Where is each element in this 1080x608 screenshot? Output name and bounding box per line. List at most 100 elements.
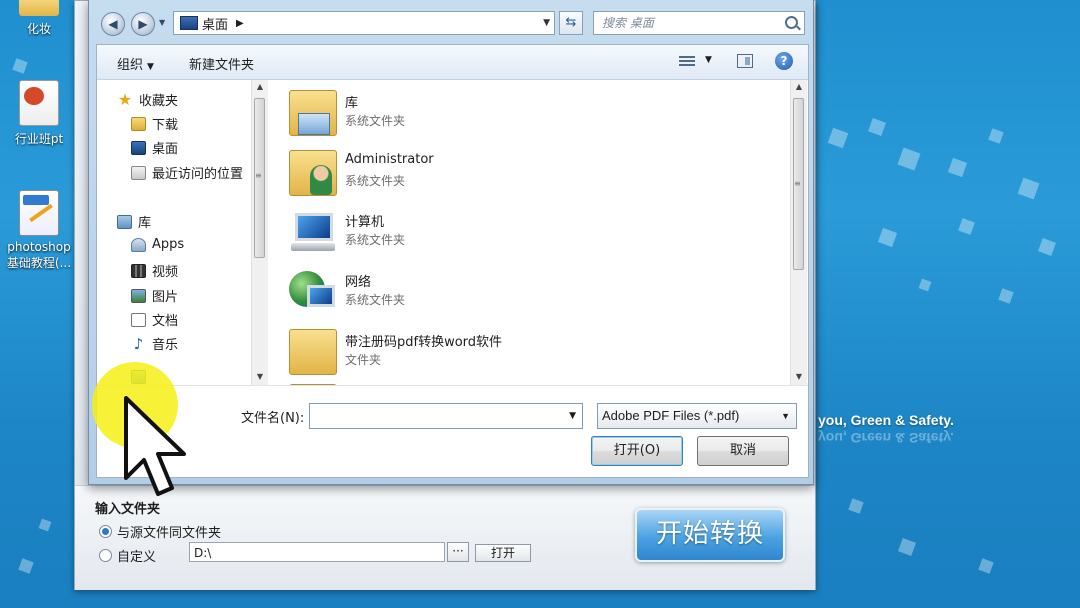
radio-same-folder-label: 与源文件同文件夹 (117, 526, 222, 541)
video-icon (131, 263, 146, 278)
file-type: 系统文件夹 (345, 293, 406, 307)
chevron-down-icon: ▼ (781, 411, 790, 421)
radio-same-folder[interactable]: 与源文件同文件夹 (99, 522, 221, 541)
recent-pages-chevron-icon[interactable]: ▼ (159, 18, 165, 27)
nav-favorites-label: 收藏夹 (139, 94, 179, 109)
nav-item-documents[interactable]: 文档 (131, 310, 178, 329)
breadcrumb-arrow-icon[interactable]: ▶ (236, 18, 244, 29)
file-name: 带注册码pdf转换word软件 (345, 335, 503, 350)
list-item[interactable]: 网络 系统文件夹 (289, 265, 769, 321)
radio-custom-label: 自定义 (117, 550, 157, 565)
scroll-grip-icon: ≡ (794, 179, 801, 188)
radio-custom-folder[interactable]: 自定义 (99, 546, 156, 565)
preview-pane-icon[interactable] (737, 54, 753, 68)
wallpaper-slogan: you, Green & Safety. (818, 412, 954, 428)
nav-item-apps[interactable]: Apps (131, 237, 184, 252)
documents-icon (131, 312, 146, 327)
ppt-file-icon (19, 80, 59, 126)
navigation-pane: ★ 收藏夹 下载 桌面 最近访问的位置 库 Apps 视频 图片 文档 ♪ 音乐 (97, 80, 268, 385)
back-button[interactable]: ◀ (101, 12, 125, 36)
scroll-down-icon[interactable]: ▼ (252, 370, 268, 384)
desktop-icon-makeup-folder[interactable]: 化妆 (4, 0, 74, 37)
organize-menu[interactable]: 组织 ▼ (117, 54, 154, 73)
nav-item-videos[interactable]: 视频 (131, 261, 178, 280)
nav-item-label: 视频 (152, 265, 179, 280)
star-icon: ★ (117, 89, 133, 109)
chevron-down-icon: ▼ (147, 62, 154, 72)
nav-item-recent-places[interactable]: 最近访问的位置 (131, 163, 243, 182)
desktop-icon-label: 行业班pt (14, 132, 64, 146)
nav-item-pictures[interactable]: 图片 (131, 286, 178, 305)
desktop-icon-pdf[interactable]: photoshop基础教程(... (4, 190, 74, 271)
filetype-select[interactable]: Adobe PDF Files (*.pdf) ▼ (597, 403, 797, 429)
library-icon (117, 214, 132, 229)
open-file-dialog: ◀ ▶ ▼ 桌面 ▶ ▼ ⇆ 搜索 桌面 组织 ▼ 新建文件夹 ▼ ? ★ 收藏夹 (88, 0, 814, 485)
address-dropdown-icon[interactable]: ▼ (543, 18, 550, 28)
scroll-up-icon[interactable]: ▲ (791, 80, 807, 94)
pdf-file-icon (19, 190, 59, 236)
nav-item-label: 文档 (152, 314, 179, 329)
filename-label: 文件名(N): (241, 411, 305, 426)
refresh-button[interactable]: ⇆ (559, 11, 583, 35)
search-placeholder: 搜索 桌面 (602, 16, 654, 30)
custom-path-input[interactable]: D:\ (189, 542, 445, 562)
file-type: 系统文件夹 (345, 233, 406, 247)
start-conversion-button[interactable]: 开始转换 (635, 508, 785, 562)
recent-places-icon (131, 165, 146, 180)
file-name: 网络 (345, 275, 372, 290)
nav-libraries-label: 库 (138, 216, 152, 231)
nav-favorites[interactable]: ★ 收藏夹 (117, 90, 178, 109)
radio-button[interactable] (99, 549, 112, 562)
user-folder-icon (289, 150, 337, 196)
forward-button[interactable]: ▶ (131, 12, 155, 36)
open-button[interactable]: 打开(O) (591, 436, 683, 466)
back-arrow-icon: ◀ (108, 17, 118, 31)
pictures-icon (131, 288, 146, 303)
nav-item-label: 桌面 (152, 142, 179, 157)
new-folder-button[interactable]: 新建文件夹 (189, 54, 254, 73)
nav-item-label: 下载 (152, 118, 179, 133)
list-item[interactable]: 库 系统文件夹 (289, 86, 769, 142)
nav-libraries[interactable]: 库 (117, 212, 151, 231)
radio-button-selected[interactable] (99, 525, 112, 538)
desktop-icon (131, 140, 146, 155)
address-bar[interactable]: 桌面 ▶ ▼ (173, 11, 555, 35)
open-folder-button[interactable]: 打开 (475, 544, 531, 562)
nav-item-music[interactable]: ♪ 音乐 (131, 334, 178, 353)
browse-button[interactable]: ··· (447, 542, 469, 562)
desktop-icon (180, 16, 198, 30)
apps-icon (131, 237, 146, 252)
search-input[interactable]: 搜索 桌面 (593, 11, 805, 35)
file-list: 库 系统文件夹 Administrator 系统文件夹 计算机 系统文件夹 网络… (269, 80, 789, 385)
nav-item-downloads[interactable]: 下载 (131, 114, 178, 133)
divider (97, 385, 808, 386)
nav-item-label: Apps (152, 237, 185, 252)
scroll-up-icon[interactable]: ▲ (252, 80, 268, 94)
address-crumb-desktop[interactable]: 桌面 (202, 14, 228, 33)
chevron-down-icon[interactable]: ▼ (569, 411, 576, 421)
mouse-pointer-icon (124, 396, 186, 496)
nav-item-desktop[interactable]: 桌面 (131, 138, 178, 157)
file-type: 系统文件夹 (345, 114, 406, 128)
cancel-button[interactable]: 取消 (697, 436, 789, 466)
download-folder-icon (131, 116, 146, 131)
computer-icon (289, 209, 337, 255)
scroll-down-icon[interactable]: ▼ (791, 370, 807, 384)
list-item[interactable]: 计算机 系统文件夹 (289, 205, 769, 261)
desktop-icon-ppt[interactable]: 行业班pt (4, 80, 74, 147)
nav-pane-scrollbar[interactable]: ▲ ≡ ▼ (251, 80, 268, 385)
filetype-value: Adobe PDF Files (*.pdf) (602, 408, 740, 423)
search-icon[interactable] (785, 16, 798, 29)
help-icon[interactable]: ? (775, 52, 793, 70)
view-options-chevron-icon[interactable]: ▼ (705, 55, 712, 65)
change-view-icon[interactable] (679, 54, 695, 68)
filename-input[interactable]: ▼ (309, 403, 583, 429)
library-folder-icon (289, 90, 337, 136)
forward-arrow-icon: ▶ (138, 17, 148, 31)
list-item[interactable]: 带注册码pdf转换word软件 文件夹 (289, 325, 769, 381)
wallpaper-slogan-reflection: you, Green & Safety. (818, 430, 954, 446)
list-item[interactable]: Administrator 系统文件夹 (289, 146, 769, 202)
dialog-content: 组织 ▼ 新建文件夹 ▼ ? ★ 收藏夹 下载 桌面 最近访问的位置 库 App… (96, 44, 809, 478)
refresh-icon: ⇆ (565, 15, 577, 30)
file-list-scrollbar[interactable]: ▲ ≡ ▼ (790, 80, 807, 385)
